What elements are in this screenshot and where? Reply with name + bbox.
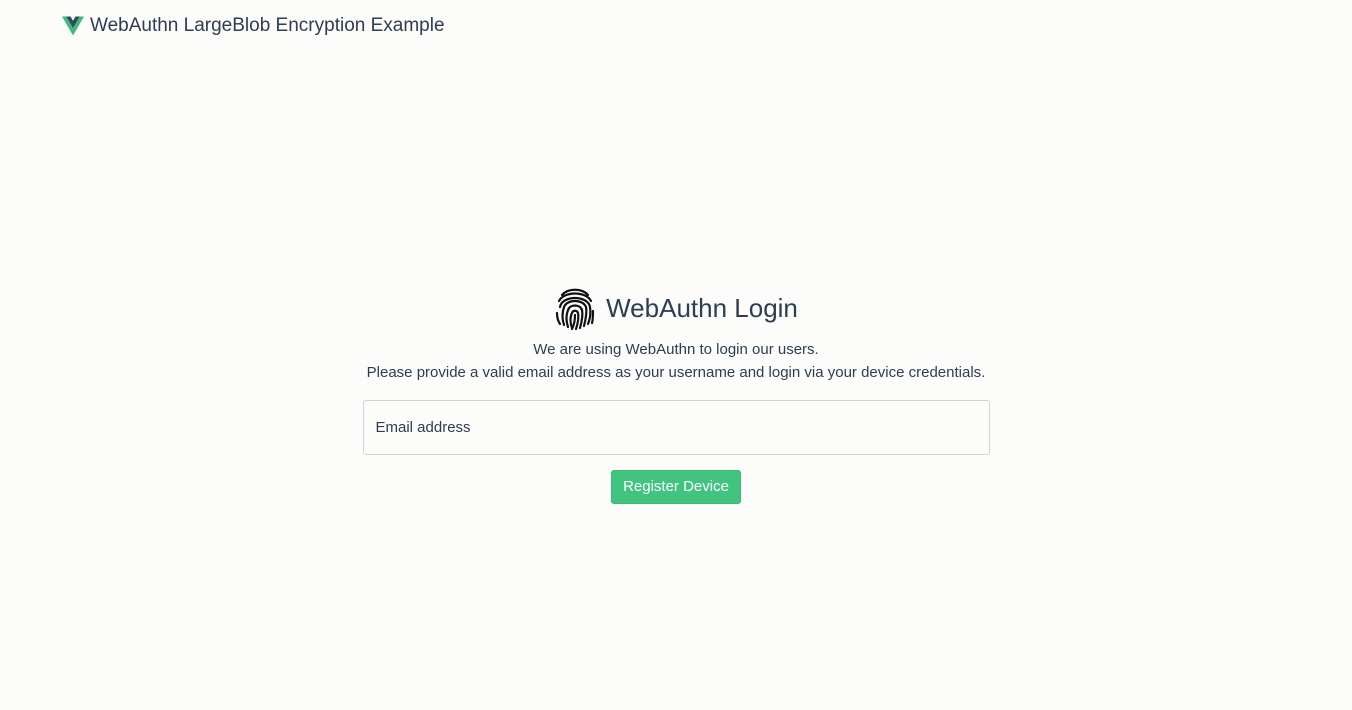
navbar: WebAuthn LargeBlob Encryption Example <box>61 13 445 39</box>
login-panel: WebAuthn Login We are using WebAuthn to … <box>0 284 1352 504</box>
login-heading: WebAuthn Login <box>0 284 1352 332</box>
description-line-2: Please provide a valid email address as … <box>366 364 986 381</box>
brand-title[interactable]: WebAuthn LargeBlob Encryption Example <box>90 15 445 37</box>
login-description: We are using WebAuthn to login our users… <box>0 338 1352 384</box>
email-field-wrapper <box>362 400 990 455</box>
page-title: WebAuthn Login <box>606 292 798 323</box>
vue-logo-icon[interactable] <box>61 16 84 36</box>
description-line-1: We are using WebAuthn to login our users… <box>533 341 819 358</box>
fingerprint-icon <box>554 285 596 331</box>
email-input[interactable] <box>362 400 990 455</box>
register-device-button[interactable]: Register Device <box>611 470 741 504</box>
